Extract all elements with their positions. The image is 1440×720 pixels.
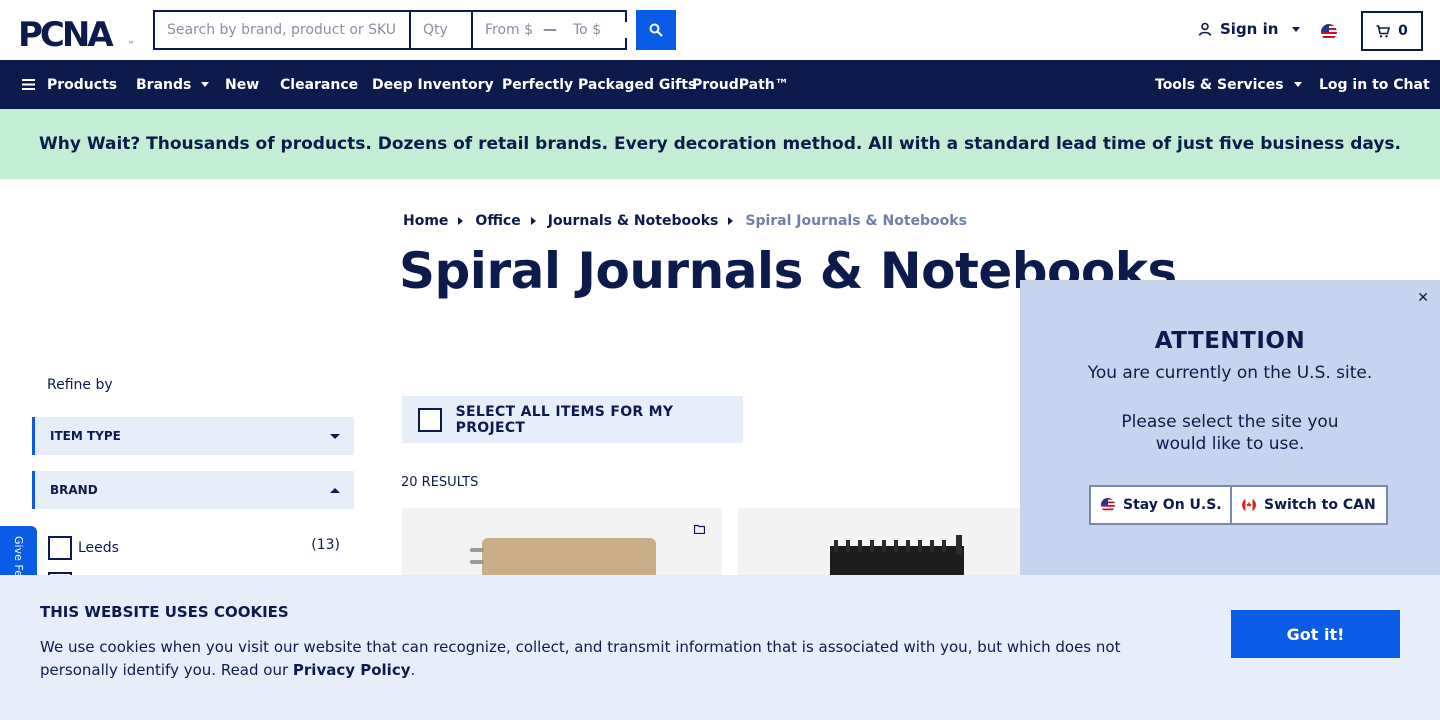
promo-banner-text: Why Wait? Thousands of products. Dozens … (38, 134, 1402, 154)
facet-item-type-label: ITEM TYPE (50, 429, 121, 443)
sign-in-menu[interactable]: Sign in (1198, 20, 1301, 38)
dialog-instruction-line1: Please select the site you (1121, 412, 1339, 432)
nav-deep-inventory-label: Deep Inventory (372, 76, 494, 93)
switch-can-button[interactable]: Switch to CAN (1230, 485, 1388, 525)
brand-option-leeds[interactable]: Leeds (13) (48, 536, 340, 560)
breadcrumb-separator-icon (728, 217, 734, 225)
breadcrumb-current: Spiral Journals & Notebooks (745, 213, 967, 229)
dialog-instruction-line2: would like to use. (1155, 434, 1305, 454)
nav-products-label: Products (47, 76, 118, 93)
cart-icon (1376, 24, 1391, 37)
svg-text:™: ™ (128, 41, 134, 48)
canada-flag-icon (1242, 498, 1256, 512)
switch-can-label: Switch to CAN (1264, 497, 1376, 513)
facet-brand-label: BRAND (50, 483, 98, 497)
accept-cookies-button[interactable]: Got it! (1231, 610, 1400, 658)
product-image (830, 535, 964, 578)
folder-icon[interactable] (694, 524, 705, 534)
select-all-toggle[interactable]: SELECT ALL ITEMS FOR MY PROJECT (402, 396, 743, 443)
feedback-tab[interactable]: Give Fe (0, 526, 37, 578)
nav-brands[interactable]: Brands (136, 60, 210, 109)
cart-button[interactable]: 0 (1361, 11, 1423, 51)
nav-tools-services[interactable]: Tools & Services (1155, 60, 1302, 109)
stay-us-button[interactable]: Stay On U.S. (1089, 485, 1234, 525)
cookie-title: THIS WEBSITE USES COOKIES (40, 603, 289, 621)
caret-down-icon (330, 433, 340, 439)
qty-input[interactable] (411, 12, 473, 48)
breadcrumb-office[interactable]: Office (475, 213, 520, 229)
feedback-label: Give Fe (12, 536, 25, 577)
search-icon (649, 23, 663, 37)
nav-deep-inventory[interactable]: Deep Inventory (372, 60, 494, 109)
cookie-text: We use cookies when you visit our websit… (40, 636, 1130, 682)
chevron-down-icon (1292, 26, 1301, 32)
logo-text: PCNA (18, 16, 114, 48)
refine-by-label: Refine by (47, 377, 113, 393)
chevron-down-icon (1293, 82, 1302, 87)
facet-item-type[interactable]: ITEM TYPE (32, 417, 354, 455)
select-all-label: SELECT ALL ITEMS FOR MY PROJECT (455, 403, 674, 436)
dialog-title: ATTENTION (1154, 328, 1306, 354)
top-header: PCNA ™ — Sign in (0, 0, 1440, 60)
price-from-input[interactable] (473, 22, 539, 38)
user-icon (1198, 22, 1212, 36)
sign-in-label: Sign in (1220, 20, 1279, 38)
close-icon[interactable]: ✕ (1417, 290, 1429, 306)
pcna-logo[interactable]: PCNA ™ (18, 16, 138, 48)
facet-brand[interactable]: BRAND (32, 471, 354, 509)
nav-proudpath-label: ProudPath™ (692, 76, 789, 93)
brand-checkbox[interactable] (48, 536, 72, 560)
search-button[interactable] (636, 10, 676, 50)
dialog-current-site-text: You are currently on the U.S. site. (1087, 363, 1373, 383)
promo-banner: Why Wait? Thousands of products. Dozens … (0, 109, 1440, 179)
nav-clearance-label: Clearance (280, 76, 359, 93)
cookie-text-body: We use cookies when you visit our websit… (40, 638, 1121, 679)
hamburger-icon (22, 79, 35, 90)
nav-new[interactable]: New (225, 60, 259, 109)
nav-proudpath[interactable]: ProudPath™ (692, 60, 789, 109)
product-card[interactable] (402, 508, 722, 578)
product-image (470, 538, 656, 578)
nav-products[interactable]: Products (22, 60, 117, 109)
nav-chat-login[interactable]: Log in to Chat (1319, 60, 1430, 109)
stay-us-label: Stay On U.S. (1123, 497, 1222, 513)
privacy-policy-link[interactable]: Privacy Policy (293, 661, 411, 679)
breadcrumb-separator-icon (458, 217, 464, 225)
breadcrumb-home[interactable]: Home (403, 213, 448, 229)
range-dash: — (543, 22, 557, 38)
brand-option-label: Leeds (78, 540, 119, 556)
product-card[interactable] (738, 508, 1020, 578)
nav-brands-label: Brands (136, 76, 192, 93)
search-input[interactable] (155, 12, 411, 48)
brand-option-count: (13) (311, 537, 340, 553)
results-count: 20 RESULTS (401, 475, 479, 490)
breadcrumb-separator-icon (530, 217, 536, 225)
nav-chat-label: Log in to Chat (1319, 76, 1430, 93)
breadcrumb-journals[interactable]: Journals & Notebooks (548, 213, 719, 229)
price-range: — (473, 12, 627, 48)
main-nav: Products Brands New Clearance Deep Inven… (0, 60, 1440, 109)
caret-up-icon (330, 487, 340, 493)
nav-new-label: New (225, 76, 260, 93)
select-all-checkbox[interactable] (418, 407, 442, 432)
cookie-text-end: . (410, 661, 416, 679)
chevron-down-icon (201, 82, 210, 87)
price-to-input[interactable] (561, 22, 627, 38)
nav-packaged-gifts-label: Perfectly Packaged Gifts (502, 76, 697, 93)
nav-tools-label: Tools & Services (1155, 76, 1284, 93)
nav-clearance[interactable]: Clearance (280, 60, 358, 109)
breadcrumb: Home Office Journals & Notebooks Spiral … (403, 213, 967, 229)
site-selector-dialog: ✕ ATTENTION You are currently on the U.S… (1020, 280, 1440, 580)
us-flag-icon (1101, 498, 1115, 512)
cart-count: 0 (1398, 23, 1408, 39)
search-bar: — (153, 10, 627, 50)
cookie-banner: THIS WEBSITE USES COOKIES We use cookies… (0, 575, 1440, 720)
nav-packaged-gifts[interactable]: Perfectly Packaged Gifts (502, 60, 696, 109)
us-flag-icon[interactable] (1321, 24, 1337, 40)
